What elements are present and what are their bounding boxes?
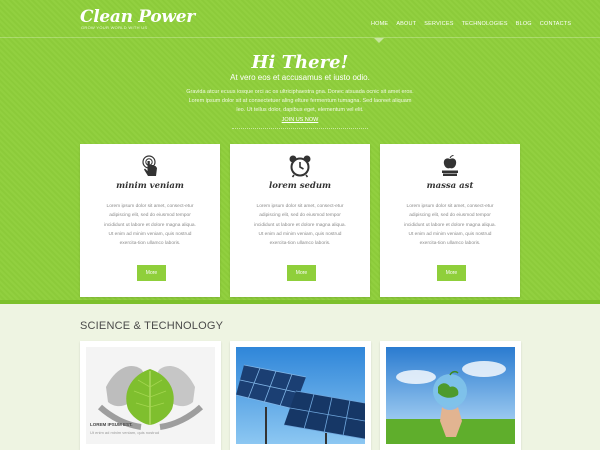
globe-in-hand-photo[interactable] xyxy=(386,347,515,444)
site-logo[interactable]: Clean Power xyxy=(80,7,195,27)
touch-hand-icon xyxy=(80,154,220,180)
join-us-link[interactable]: JOIN US NOW xyxy=(0,117,600,123)
hero-divider xyxy=(232,128,368,129)
feature-title: minim veniam xyxy=(116,181,184,191)
top-bar: Clean Power GROW YOUR WORLD WITH US HOME… xyxy=(0,0,600,38)
hero-heading: Hi There! xyxy=(251,52,349,73)
nav-home[interactable]: HOME xyxy=(371,21,388,27)
feature-title: massa ast xyxy=(426,181,474,191)
hero-section: Clean Power GROW YOUR WORLD WITH US HOME… xyxy=(0,0,600,304)
section-title: SCIENCE & TECHNOLOGY xyxy=(80,320,224,332)
active-nav-indicator xyxy=(374,38,384,43)
hero-body: Gravida atcur ecuus iosque orci ac os ul… xyxy=(186,89,414,113)
alarm-clock-icon xyxy=(230,154,370,180)
feature-text: Lorem ipsum dolor sit amet, consect-etur… xyxy=(404,204,496,247)
feature-text: Lorem ipsum dolor sit amet, consect-etur… xyxy=(104,204,196,247)
hero-subheading: At vero eos et accusamus et iusto odio. xyxy=(230,73,370,82)
feature-text: Lorem ipsum dolor sit amet, consect-etur… xyxy=(254,204,346,247)
nav-technologies[interactable]: TECHNOLOGIES xyxy=(462,21,508,27)
feature-card: minim veniam Lorem ipsum dolor sit amet,… xyxy=(80,144,220,297)
gallery-item[interactable] xyxy=(380,341,521,450)
feature-card: lorem sedum Lorem ipsum dolor sit amet, … xyxy=(230,144,370,297)
main-nav: HOME ABOUT SERVICES TECHNOLOGIES BLOG CO… xyxy=(371,21,571,27)
nav-contacts[interactable]: CONTACTS xyxy=(540,21,571,27)
more-button[interactable]: More xyxy=(437,265,466,281)
gallery-caption-title: LOREM IPSUM EST. xyxy=(90,422,133,427)
more-button[interactable]: More xyxy=(287,265,316,281)
nav-about[interactable]: ABOUT xyxy=(396,21,416,27)
nav-blog[interactable]: BLOG xyxy=(516,21,532,27)
nav-services[interactable]: SERVICES xyxy=(424,21,453,27)
feature-title: lorem sedum xyxy=(268,181,332,191)
gallery-caption-text: Ut enim ad minim veniam, quis nostrud xyxy=(90,430,160,435)
apple-books-icon xyxy=(380,154,520,180)
site-tagline: GROW YOUR WORLD WITH US xyxy=(81,25,148,30)
feature-card: massa ast Lorem ipsum dolor sit amet, co… xyxy=(380,144,520,297)
solar-panels-photo[interactable] xyxy=(236,347,365,444)
more-button[interactable]: More xyxy=(137,265,166,281)
gallery-item[interactable] xyxy=(230,341,371,450)
